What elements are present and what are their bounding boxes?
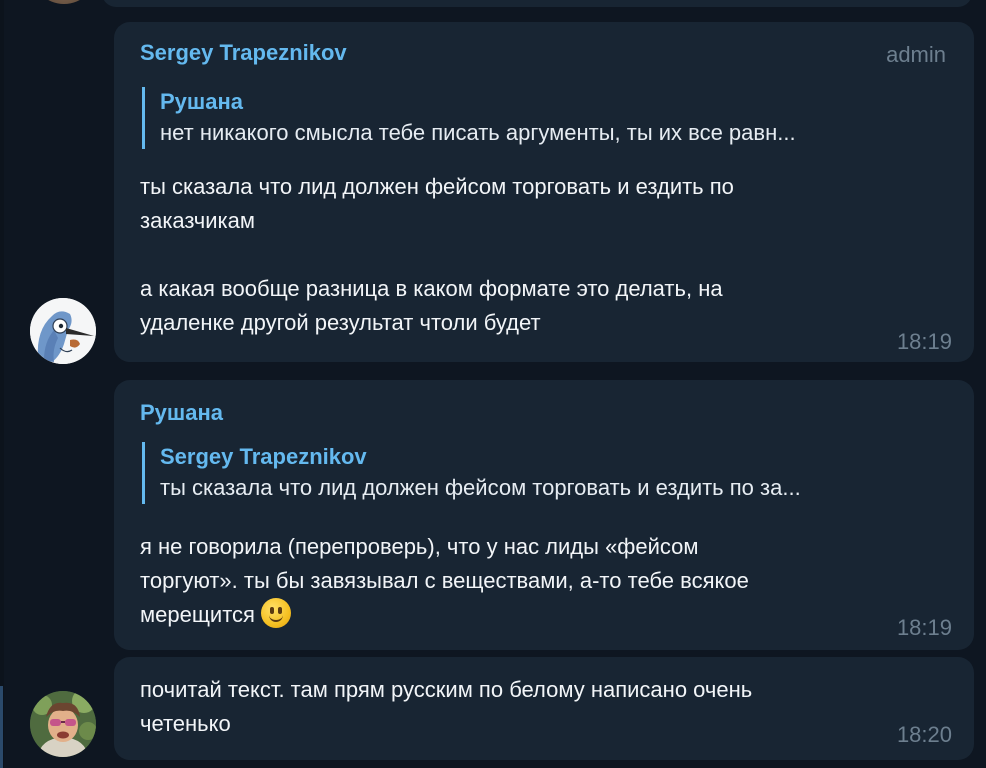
- message-bubble[interactable]: Sergey Trapeznikov admin Рушана нет ника…: [114, 22, 974, 362]
- message-line-with-emoji: мерещится: [140, 598, 900, 632]
- message-bubble[interactable]: Рушана Sergey Trapeznikov ты сказала что…: [114, 380, 974, 650]
- message-bubble[interactable]: почитай текст. там прям русским по белом…: [114, 657, 974, 760]
- message-time: 18:19: [896, 615, 952, 640]
- bird-avatar-icon: [30, 298, 96, 364]
- person-avatar-icon: [30, 691, 96, 757]
- previous-message-bubble[interactable]: [102, 0, 972, 7]
- message-sender[interactable]: Рушана: [140, 400, 223, 426]
- reply-author: Sergey Trapeznikov: [160, 444, 367, 469]
- message-line: почитай текст. там прям русским по белом…: [140, 677, 753, 702]
- admin-badge: admin: [886, 42, 946, 67]
- reply-quote[interactable]: Рушана нет никакого смысла тебе писать а…: [142, 87, 950, 149]
- sender-avatar[interactable]: [30, 691, 96, 757]
- message-sender[interactable]: Sergey Trapeznikov: [140, 40, 347, 66]
- reply-text: ты сказала что лид должен фейсом торгова…: [160, 475, 801, 500]
- message-line: четенько: [140, 711, 231, 736]
- message-line: торгуют». ты бы завязывал с веществами, …: [140, 568, 749, 593]
- message-time: 18:20: [896, 722, 952, 747]
- chat-left-edge-accent: [0, 686, 3, 768]
- message-line: заказчикам: [140, 208, 255, 233]
- message-text: ты сказала что лид должен фейсом торгова…: [140, 170, 900, 340]
- message-time: 18:19: [896, 329, 952, 354]
- slightly-smiling-face-icon: [260, 598, 291, 628]
- reply-quote[interactable]: Sergey Trapeznikov ты сказала что лид до…: [142, 442, 950, 504]
- message-text: почитай текст. там прям русским по белом…: [140, 673, 900, 741]
- sender-avatar[interactable]: [30, 298, 96, 364]
- previous-avatar[interactable]: [31, 0, 97, 4]
- chat-left-edge: [0, 0, 4, 768]
- message-line: ты сказала что лид должен фейсом торгова…: [140, 174, 734, 199]
- message-line: удаленке другой результат чтоли будет: [140, 310, 541, 335]
- reply-author: Рушана: [160, 89, 244, 114]
- message-line: [140, 238, 900, 272]
- message-line: а какая вообще разница в каком формате э…: [140, 276, 723, 301]
- reply-text: нет никакого смысла тебе писать аргумент…: [160, 120, 796, 145]
- message-line: я не говорила (перепроверь), что у нас л…: [140, 534, 699, 559]
- message-text: я не говорила (перепроверь), что у нас л…: [140, 530, 900, 632]
- message-line: мерещится: [140, 602, 255, 627]
